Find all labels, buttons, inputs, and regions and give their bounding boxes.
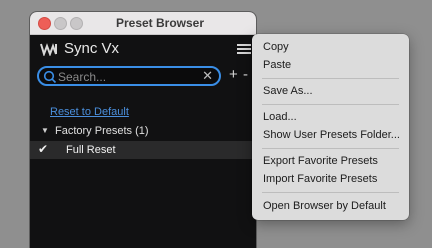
- preset-label: Full Reset: [66, 144, 116, 156]
- minimize-window-button[interactable]: [54, 17, 67, 30]
- reset-to-default-link[interactable]: Reset to Default: [50, 106, 129, 118]
- preset-item-full-reset[interactable]: ✔ Full Reset: [30, 141, 256, 159]
- search-field[interactable]: ✕: [37, 66, 221, 86]
- zoom-window-button[interactable]: [70, 17, 83, 30]
- menu-item-copy[interactable]: Copy: [263, 41, 289, 53]
- search-icon: [43, 70, 57, 84]
- add-preset-button[interactable]: +: [229, 66, 238, 84]
- close-window-button[interactable]: [38, 17, 51, 30]
- menu-item-open-browser-by-default[interactable]: Open Browser by Default: [263, 200, 386, 212]
- title-bar[interactable]: Preset Browser: [30, 12, 256, 35]
- clear-search-icon[interactable]: ✕: [202, 69, 213, 83]
- search-input[interactable]: [58, 69, 198, 84]
- remove-preset-button[interactable]: -: [243, 66, 248, 84]
- menu-separator: [262, 104, 399, 105]
- context-menu: Copy Paste Save As... Load... Show User …: [252, 34, 409, 220]
- menu-item-load[interactable]: Load...: [263, 111, 297, 123]
- menu-separator: [262, 78, 399, 79]
- waves-logo-icon: [40, 43, 57, 56]
- menu-separator: [262, 148, 399, 149]
- menu-separator: [262, 192, 399, 193]
- preset-browser-window: Preset Browser Sync Vx ✕ + - Reset to De…: [30, 12, 256, 248]
- plugin-name: Sync Vx: [64, 40, 120, 57]
- hamburger-menu-icon[interactable]: [237, 44, 251, 56]
- menu-item-show-user-presets-folder[interactable]: Show User Presets Folder...: [263, 129, 400, 141]
- checkmark-icon: ✔: [38, 142, 49, 156]
- menu-item-export-favorite-presets[interactable]: Export Favorite Presets: [263, 155, 378, 167]
- folder-factory-presets[interactable]: ▼ Factory Presets (1): [30, 124, 256, 140]
- menu-item-import-favorite-presets[interactable]: Import Favorite Presets: [263, 173, 377, 185]
- disclosure-triangle-icon[interactable]: ▼: [41, 126, 49, 135]
- menu-item-save-as[interactable]: Save As...: [263, 85, 313, 97]
- folder-label: Factory Presets (1): [55, 125, 149, 137]
- window-title: Preset Browser: [115, 16, 205, 30]
- menu-item-paste[interactable]: Paste: [263, 59, 291, 71]
